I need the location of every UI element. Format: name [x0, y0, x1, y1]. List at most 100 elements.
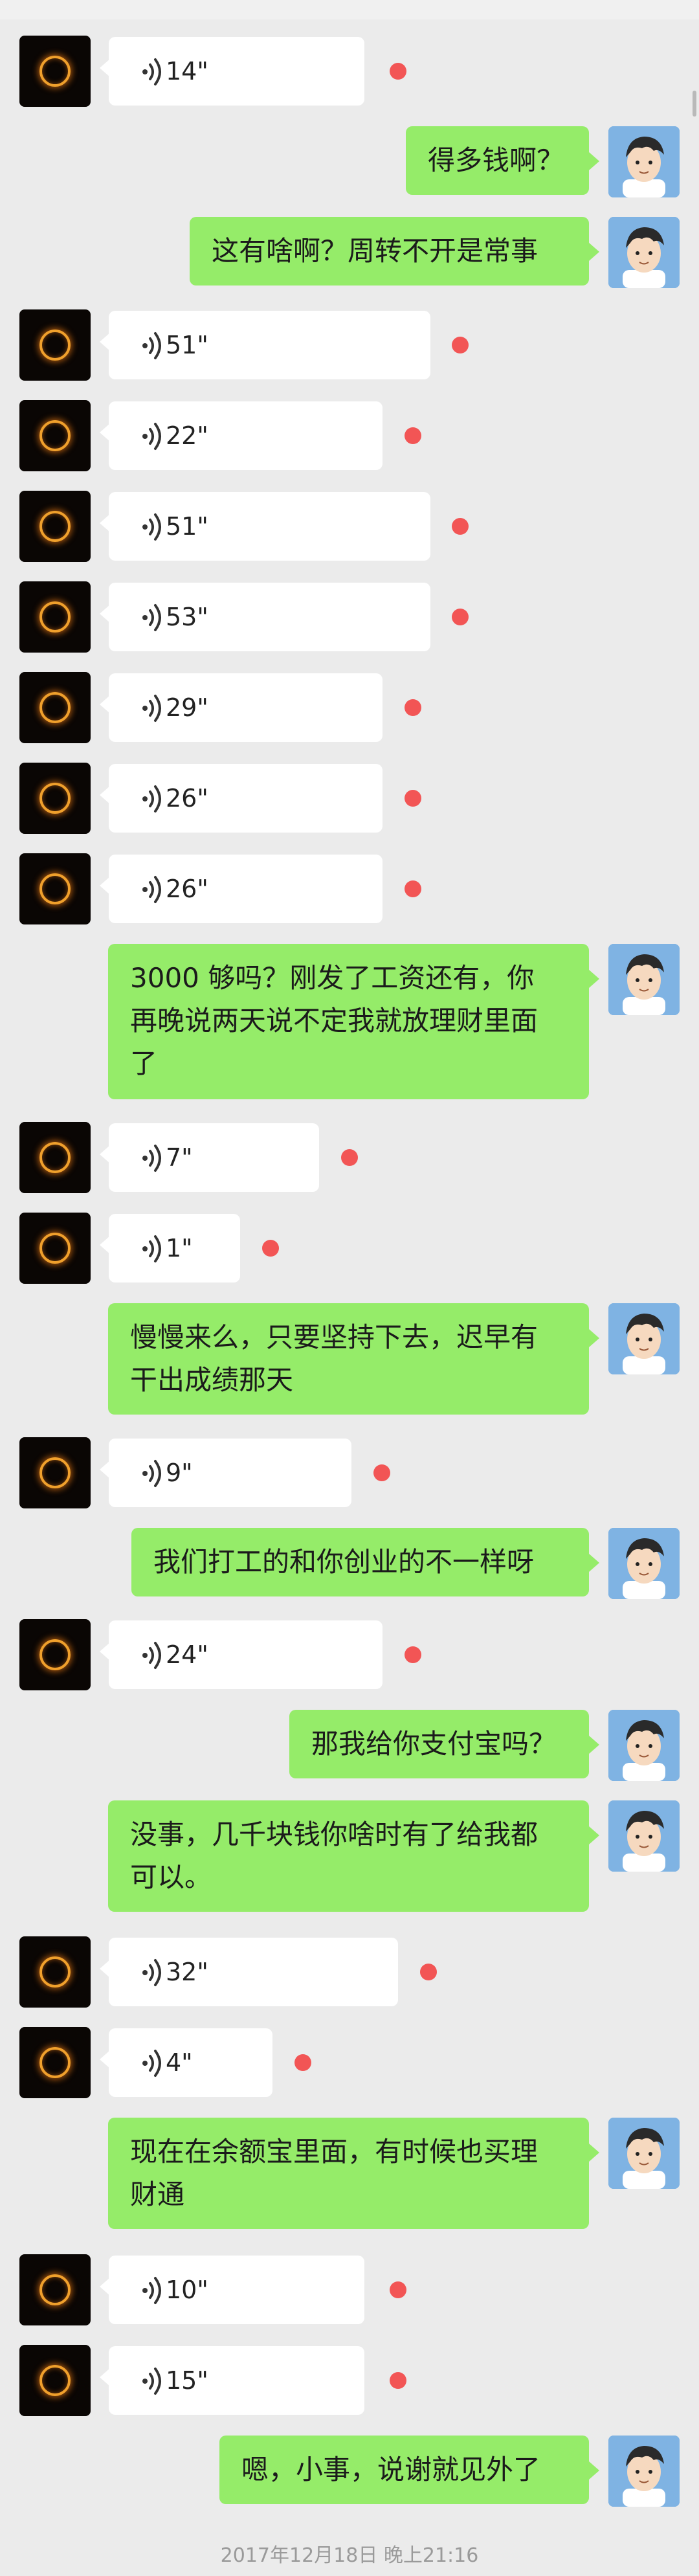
message-text: 这有啥啊？周转不开是常事 — [212, 235, 538, 267]
message-text: 那我给你支付宝吗？ — [311, 1728, 557, 1760]
message-text-line: 现在在余额宝里面，有时候也买理 — [130, 2136, 538, 2167]
contact-avatar[interactable] — [19, 2254, 91, 2325]
my-avatar[interactable] — [608, 126, 680, 197]
voice-wave-icon — [141, 1640, 167, 1670]
contact-avatar[interactable] — [19, 853, 91, 924]
voice-message-bubble[interactable]: 29" — [100, 673, 383, 742]
voice-message-bubble[interactable]: 51" — [100, 492, 430, 561]
voice-duration: 32" — [166, 1958, 208, 1986]
voice-duration: 7" — [166, 1143, 193, 1172]
unread-dot — [452, 518, 469, 535]
voice-duration: 22" — [166, 421, 208, 450]
text-message-bubble[interactable]: 没事，几千块钱你啥时有了给我都 可以。 — [108, 1800, 599, 1912]
voice-wave-icon — [141, 783, 167, 813]
unread-dot — [405, 1646, 421, 1663]
contact-avatar[interactable] — [19, 1437, 91, 1508]
contact-avatar[interactable] — [19, 1122, 91, 1193]
contact-avatar[interactable] — [19, 1936, 91, 2008]
voice-wave-icon — [141, 602, 167, 632]
message-text-line: 干出成绩那天 — [130, 1364, 294, 1396]
voice-wave-icon — [141, 56, 167, 86]
my-avatar[interactable] — [608, 1710, 680, 1781]
voice-message-bubble[interactable]: 22" — [100, 401, 383, 470]
unread-dot — [390, 63, 406, 80]
voice-message-bubble[interactable]: 15" — [100, 2346, 364, 2415]
scrollbar-thumb[interactable] — [693, 91, 696, 117]
voice-duration: 15" — [166, 2366, 208, 2395]
message-text: 嗯，小事，说谢就见外了 — [241, 2454, 541, 2485]
voice-duration: 14" — [166, 57, 208, 85]
voice-wave-icon — [141, 330, 167, 360]
unread-dot — [405, 880, 421, 897]
text-message-bubble[interactable]: 这有啥啊？周转不开是常事 — [190, 217, 599, 286]
contact-avatar[interactable] — [19, 672, 91, 743]
message-text-line: 慢慢来么，只要坚持下去，迟早有 — [130, 1321, 538, 1353]
voice-message-bubble[interactable]: 32" — [100, 1938, 398, 2006]
voice-duration: 1" — [166, 1234, 193, 1262]
message-text-line: 财通 — [130, 2178, 185, 2210]
voice-message-bubble[interactable]: 4" — [100, 2028, 272, 2097]
voice-duration: 53" — [166, 603, 208, 631]
contact-avatar[interactable] — [19, 2027, 91, 2098]
contact-avatar[interactable] — [19, 1213, 91, 1284]
voice-message-bubble[interactable]: 10" — [100, 2256, 364, 2324]
voice-message-bubble[interactable]: 1" — [100, 1214, 240, 1282]
voice-duration: 51" — [166, 512, 208, 541]
text-message-bubble[interactable]: 得多钱啊？ — [406, 126, 599, 195]
my-avatar[interactable] — [608, 944, 680, 1015]
voice-message-bubble[interactable]: 7" — [100, 1123, 319, 1192]
contact-avatar[interactable] — [19, 36, 91, 107]
voice-message-bubble[interactable]: 51" — [100, 311, 430, 379]
voice-wave-icon — [141, 1957, 167, 1987]
voice-message-bubble[interactable]: 26" — [100, 855, 383, 923]
my-avatar[interactable] — [608, 1800, 680, 1872]
unread-dot — [405, 790, 421, 807]
contact-avatar[interactable] — [19, 491, 91, 562]
voice-message-bubble[interactable]: 53" — [100, 583, 430, 651]
unread-dot — [341, 1149, 358, 1166]
text-message-bubble[interactable]: 慢慢来么，只要坚持下去，迟早有 干出成绩那天 — [108, 1303, 599, 1415]
unread-dot — [452, 609, 469, 625]
text-message-bubble[interactable]: 3000 够吗？刚发了工资还有，你 再晚说两天说不定我就放理财里面了 — [108, 944, 599, 1099]
voice-wave-icon — [141, 1143, 167, 1172]
message-text: 得多钱啊？ — [428, 144, 564, 176]
message-text-line: 再晚说两天说不定我就放理财里面 — [130, 1005, 538, 1036]
voice-message-bubble[interactable]: 14" — [100, 37, 364, 106]
my-avatar[interactable] — [608, 1303, 680, 1374]
voice-duration: 24" — [166, 1641, 208, 1669]
unread-dot — [390, 2372, 406, 2389]
voice-wave-icon — [141, 511, 167, 541]
text-message-bubble[interactable]: 那我给你支付宝吗？ — [289, 1710, 599, 1778]
text-message-bubble[interactable]: 我们打工的和你创业的不一样呀 — [131, 1528, 599, 1596]
contact-avatar[interactable] — [19, 1619, 91, 1690]
contact-avatar[interactable] — [19, 581, 91, 653]
message-text-line: 没事，几千块钱你啥时有了给我都 — [130, 1819, 538, 1850]
voice-wave-icon — [141, 1233, 167, 1263]
message-text-line: 3000 够吗？刚发了工资还有，你 — [130, 962, 535, 994]
unread-dot — [294, 2054, 311, 2071]
voice-message-bubble[interactable]: 9" — [100, 1439, 351, 1507]
text-message-bubble[interactable]: 现在在余额宝里面，有时候也买理 财通 — [108, 2118, 599, 2229]
my-avatar[interactable] — [608, 2118, 680, 2189]
contact-avatar[interactable] — [19, 400, 91, 471]
voice-wave-icon — [141, 1458, 167, 1488]
contact-avatar[interactable] — [19, 763, 91, 834]
contact-avatar[interactable] — [19, 2345, 91, 2416]
my-avatar[interactable] — [608, 217, 680, 288]
my-avatar[interactable] — [608, 1528, 680, 1599]
unread-dot — [262, 1240, 279, 1257]
voice-message-bubble[interactable]: 24" — [100, 1620, 383, 1689]
my-avatar[interactable] — [608, 2436, 680, 2507]
voice-duration: 51" — [166, 331, 208, 359]
voice-duration: 26" — [166, 875, 208, 903]
unread-dot — [373, 1464, 390, 1481]
voice-wave-icon — [141, 2275, 167, 2305]
voice-message-bubble[interactable]: 26" — [100, 764, 383, 833]
contact-avatar[interactable] — [19, 309, 91, 381]
unread-dot — [405, 699, 421, 716]
voice-wave-icon — [141, 693, 167, 722]
voice-duration: 10" — [166, 2276, 208, 2304]
message-text-line: 可以。 — [130, 1861, 212, 1893]
voice-duration: 4" — [166, 2048, 193, 2077]
text-message-bubble[interactable]: 嗯，小事，说谢就见外了 — [219, 2436, 599, 2504]
